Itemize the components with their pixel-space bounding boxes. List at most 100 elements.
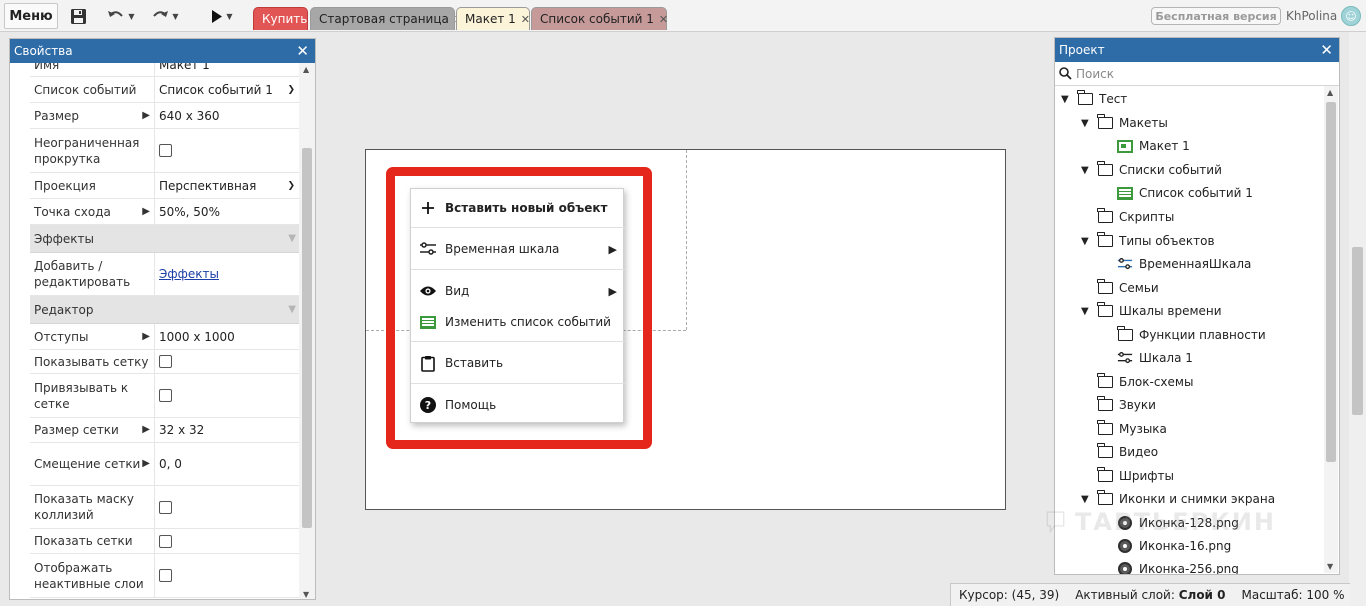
tree-node-video[interactable]: Видео: [1097, 441, 1158, 463]
expand-triangle-icon[interactable]: ▼: [1061, 94, 1073, 105]
tree-node-easing-functions[interactable]: Функции плавности: [1117, 324, 1266, 346]
show-grid-checkbox[interactable]: [159, 355, 172, 368]
unbounded-scroll-checkbox[interactable]: [159, 144, 172, 157]
menu-item-timeline[interactable]: Временная шкала ▶: [411, 235, 625, 263]
tree-node-flowcharts[interactable]: Блок-схемы: [1097, 371, 1193, 393]
tree-node-layouts[interactable]: ▼ Макеты: [1081, 112, 1168, 134]
property-value[interactable]: 32 x 32: [155, 418, 300, 442]
preview-button[interactable]: ▼: [204, 3, 240, 29]
project-search[interactable]: Поиск: [1055, 62, 1339, 86]
chevron-down-icon[interactable]: ❯: [287, 85, 295, 95]
expand-arrow-icon[interactable]: ▶: [142, 422, 150, 438]
inactive-layers-checkbox[interactable]: [159, 569, 172, 582]
expand-arrow-icon[interactable]: ▶: [142, 329, 150, 345]
property-value[interactable]: 640 x 360: [155, 103, 300, 128]
snap-to-grid-checkbox[interactable]: [159, 389, 172, 402]
expand-triangle-icon[interactable]: ▼: [1081, 236, 1093, 247]
property-value[interactable]: 0, 0: [155, 443, 300, 485]
property-row-name[interactable]: Имя Макет 1: [30, 63, 300, 77]
property-row-grid-size[interactable]: Размер сетки ▶ 32 x 32: [30, 418, 300, 443]
close-icon[interactable]: ✕: [296, 43, 309, 59]
effects-link[interactable]: Эффекты: [159, 267, 219, 281]
scroll-down-icon[interactable]: ▼: [303, 590, 309, 599]
undo-button[interactable]: ▼: [104, 3, 138, 29]
tree-node-project-root[interactable]: ▼ Тест: [1061, 88, 1127, 110]
tree-node-timeline-1[interactable]: Шкала 1: [1117, 347, 1193, 369]
property-row-margins[interactable]: Отступы ▶ 1000 x 1000: [30, 324, 300, 350]
tree-node-object-types[interactable]: ▼ Типы объектов: [1081, 230, 1215, 252]
collision-mask-checkbox[interactable]: [159, 500, 172, 514]
undo-dropdown-icon[interactable]: ▼: [128, 12, 134, 21]
properties-scrollbar[interactable]: ▲ ▼: [299, 63, 315, 599]
tree-node-fonts[interactable]: Шрифты: [1097, 465, 1174, 487]
property-value[interactable]: 1000 x 1000: [155, 324, 300, 349]
property-row-show-meshes[interactable]: Показать сетки: [30, 529, 300, 554]
menu-item-paste[interactable]: Вставить: [411, 349, 625, 377]
tree-node-sounds[interactable]: Звуки: [1097, 394, 1156, 416]
collapse-icon[interactable]: ▼: [288, 304, 296, 315]
show-meshes-checkbox[interactable]: [159, 534, 172, 548]
menu-item-view[interactable]: Вид ▶: [411, 277, 625, 305]
redo-button[interactable]: ▼: [146, 3, 184, 29]
tab-layout-1[interactable]: Макет 1 ✕: [456, 7, 530, 30]
menu-button[interactable]: Меню: [4, 3, 58, 29]
property-row-projection[interactable]: Проекция Перспективная ❯: [30, 173, 300, 199]
project-scrollbar[interactable]: ▲ ▼: [1324, 86, 1338, 573]
property-row-show-grid[interactable]: Показывать сетку: [30, 350, 300, 374]
zoom-level[interactable]: Масштаб: 100 %: [1234, 588, 1353, 602]
tree-node-music[interactable]: Музыка: [1097, 418, 1167, 440]
window-scrollbar[interactable]: [1349, 32, 1366, 606]
scrollbar-thumb[interactable]: [1352, 247, 1363, 415]
property-row-grid-offset[interactable]: Смещение сетки ▶ 0, 0: [30, 443, 300, 486]
tree-node-families[interactable]: Семьи: [1097, 277, 1159, 299]
expand-arrow-icon[interactable]: ▶: [142, 456, 150, 472]
scrollbar-thumb[interactable]: [1326, 102, 1336, 462]
property-row-event-sheet[interactable]: Список событий Список событий 1 ❯: [30, 77, 300, 103]
menu-item-edit-event-sheet[interactable]: Изменить список событий: [411, 308, 625, 336]
expand-triangle-icon[interactable]: ▼: [1081, 118, 1093, 129]
redo-dropdown-icon[interactable]: ▼: [172, 12, 178, 21]
scroll-up-icon[interactable]: ▲: [1327, 88, 1333, 97]
tab-start-page[interactable]: Стартовая страница ✕: [310, 7, 463, 30]
scrollbar-thumb[interactable]: [302, 148, 312, 528]
avatar[interactable]: ☺: [1341, 6, 1361, 26]
property-row-inactive-layers[interactable]: Отображать неактивные слои: [30, 554, 300, 598]
property-row-size[interactable]: Размер ▶ 640 x 360: [30, 103, 300, 129]
username[interactable]: KhPolina: [1286, 9, 1337, 23]
menu-item-insert-new-object[interactable]: Вставить новый объект: [411, 194, 625, 222]
property-row-effects[interactable]: Добавить / редактировать Эффекты: [30, 253, 300, 296]
tree-node-event-sheets[interactable]: ▼ Списки событий: [1081, 159, 1222, 181]
tree-node-timeline-object[interactable]: ВременнаяШкала: [1117, 253, 1251, 275]
search-input[interactable]: Поиск: [1076, 67, 1114, 81]
expand-arrow-icon[interactable]: ▶: [142, 204, 150, 220]
tree-node-icon-256[interactable]: Иконка-256.png: [1117, 558, 1239, 574]
expand-triangle-icon[interactable]: ▼: [1081, 306, 1093, 317]
free-version-button[interactable]: Бесплатная версия: [1151, 7, 1281, 25]
section-effects[interactable]: Эффекты ▼: [30, 225, 300, 253]
close-icon[interactable]: ✕: [1320, 42, 1333, 58]
section-editor[interactable]: Редактор ▼: [30, 296, 300, 324]
close-icon[interactable]: ✕: [521, 13, 530, 26]
menu-item-help[interactable]: ? Помощь: [411, 391, 625, 419]
event-sheet-select[interactable]: Список событий 1 ❯: [155, 77, 300, 102]
tree-node-event-sheet-1[interactable]: Список событий 1: [1117, 182, 1253, 204]
scroll-down-icon[interactable]: ▼: [1327, 562, 1333, 571]
tree-node-layout-1[interactable]: Макет 1: [1117, 135, 1190, 157]
scroll-up-icon[interactable]: ▲: [303, 65, 309, 74]
property-value[interactable]: Макет 1: [155, 63, 300, 76]
property-row-snap-to-grid[interactable]: Привязывать к сетке: [30, 374, 300, 418]
expand-arrow-icon[interactable]: ▶: [142, 108, 150, 124]
tree-node-timelines[interactable]: ▼ Шкалы времени: [1081, 300, 1222, 322]
property-value[interactable]: 50%, 50%: [155, 199, 300, 224]
collapse-icon[interactable]: ▼: [288, 233, 296, 244]
property-row-collision-mask[interactable]: Показать маску коллизий: [30, 486, 300, 529]
active-layer[interactable]: Активный слой: Слой 0: [1067, 588, 1233, 602]
property-row-vanishing-point[interactable]: Точка схода ▶ 50%, 50%: [30, 199, 300, 225]
expand-triangle-icon[interactable]: ▼: [1081, 165, 1093, 176]
close-icon[interactable]: ✕: [659, 13, 668, 26]
tab-event-sheet-1[interactable]: Список событий 1 ✕: [531, 7, 668, 30]
tree-node-scripts[interactable]: Скрипты: [1097, 206, 1174, 228]
projection-select[interactable]: Перспективная ❯: [155, 173, 300, 198]
chevron-down-icon[interactable]: ❯: [287, 181, 295, 191]
tab-buy[interactable]: Купить: [253, 7, 308, 30]
